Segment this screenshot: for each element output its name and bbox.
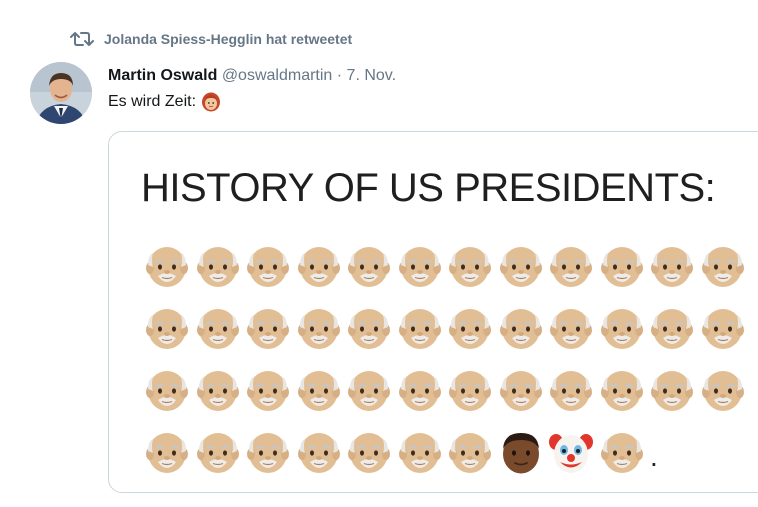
tweet-text-content: Es wird Zeit: [108, 93, 197, 110]
old-man-emoji-icon [348, 247, 390, 287]
old-man-emoji-icon [398, 371, 441, 411]
old-man-emoji-icon [701, 247, 744, 287]
retweet-label: Jolanda Spiess-Hegglin hat retweetet [104, 31, 353, 47]
old-man-emoji-icon [550, 371, 592, 411]
old-man-emoji-icon [651, 247, 693, 287]
media-card[interactable]: HISTORY OF US PRESIDENTS: . [108, 131, 758, 493]
trailing-period: . [650, 441, 658, 472]
old-man-emoji-icon [247, 309, 289, 349]
avatar-photo-icon [30, 62, 92, 124]
old-man-emoji-icon [600, 309, 643, 349]
avatar[interactable] [30, 62, 92, 124]
old-man-emoji-icon [600, 371, 643, 411]
old-man-emoji-icon [398, 309, 441, 349]
retweet-icon [70, 32, 94, 46]
retweet-context[interactable]: Jolanda Spiess-Hegglin hat retweetet [70, 29, 352, 49]
old-man-emoji-icon [348, 433, 390, 473]
woman-emoji-icon [202, 92, 221, 112]
old-man-emoji-icon [449, 247, 491, 287]
old-man-emoji-icon [146, 309, 188, 349]
man-dark-emoji-icon [502, 433, 539, 474]
old-man-emoji-icon [398, 433, 441, 473]
old-man-emoji-icon [196, 371, 239, 411]
old-man-emoji-icon [701, 309, 744, 349]
tweet-text: Es wird Zeit: [108, 92, 221, 112]
old-man-emoji-icon [297, 309, 340, 349]
card-title: HISTORY OF US PRESIDENTS: [141, 166, 716, 210]
old-man-emoji-icon [499, 309, 542, 349]
clown-emoji-icon [549, 434, 593, 473]
old-man-emoji-icon [449, 371, 491, 411]
old-man-emoji-icon [297, 433, 340, 473]
old-man-emoji-icon [701, 371, 744, 411]
old-man-emoji-icon [146, 433, 188, 473]
tweet-header: Martin Oswald @oswaldmartin · 7. Nov. [108, 66, 396, 86]
old-man-emoji-icon [651, 371, 693, 411]
author-name[interactable]: Martin Oswald [108, 67, 217, 84]
old-man-emoji-icon [196, 433, 239, 473]
old-man-emoji-icon [651, 309, 693, 349]
old-man-emoji-icon [297, 247, 340, 287]
old-man-emoji-icon [600, 433, 643, 473]
old-man-emoji-icon [550, 247, 592, 287]
old-man-emoji-icon [297, 371, 340, 411]
author-handle[interactable]: @oswaldmartin [222, 67, 333, 84]
old-man-emoji-icon [247, 371, 289, 411]
old-man-emoji-icon [600, 247, 643, 287]
old-man-emoji-icon [449, 433, 491, 473]
separator-dot: · [336, 67, 343, 84]
old-man-emoji-icon [348, 309, 390, 349]
old-man-emoji-icon [499, 247, 542, 287]
old-man-emoji-icon [196, 247, 239, 287]
old-man-emoji-icon [550, 309, 592, 349]
old-man-emoji-icon [449, 309, 491, 349]
old-man-emoji-icon [196, 309, 239, 349]
old-man-emoji-icon [499, 371, 542, 411]
old-man-emoji-icon [146, 247, 188, 287]
old-man-emoji-icon [398, 247, 441, 287]
old-man-emoji-icon [247, 433, 289, 473]
old-man-emoji-icon [247, 247, 289, 287]
tweet-date[interactable]: 7. Nov. [347, 67, 397, 84]
old-man-emoji-icon [348, 371, 390, 411]
old-man-emoji-icon [146, 371, 188, 411]
